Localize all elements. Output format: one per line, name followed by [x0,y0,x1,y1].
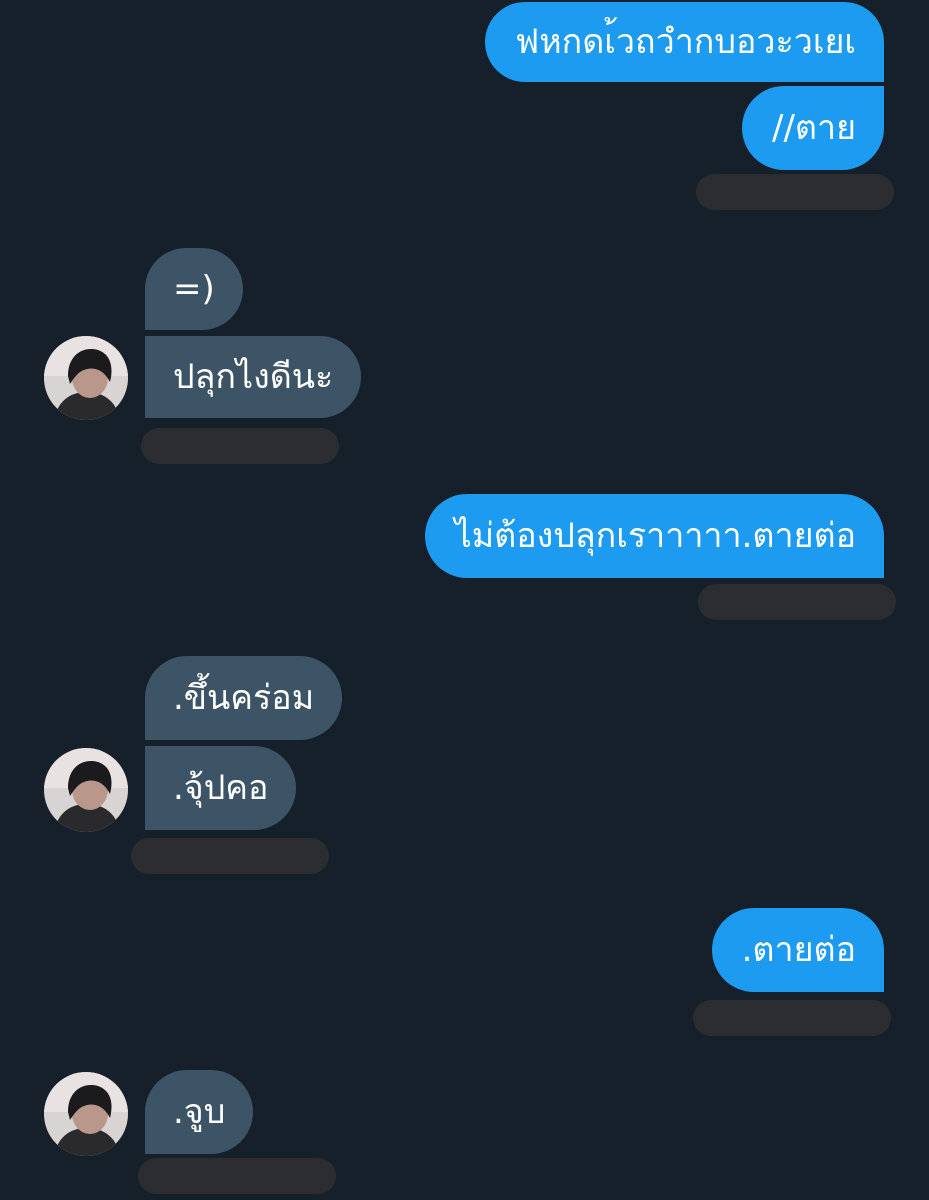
profile-photo-icon [44,1072,128,1156]
redacted-timestamp [698,584,896,620]
incoming-message-bubble[interactable]: ปลุกไงดีนะ [145,336,362,418]
message-text: =) [173,269,215,309]
message-text: .จุ้ปคอ [173,768,269,808]
redacted-timestamp [131,838,329,874]
incoming-message-bubble[interactable]: .จูบ [145,1070,254,1154]
message-text: ปลุกไงดีนะ [173,357,334,397]
redacted-timestamp [138,1158,336,1194]
profile-photo-icon [44,748,128,832]
avatar[interactable] [44,1072,128,1156]
incoming-message-bubble[interactable]: .จุ้ปคอ [145,746,297,830]
redacted-timestamp [696,174,894,210]
outgoing-message-bubble[interactable]: .ตายต่อ [711,908,884,992]
message-text: .ตายต่อ [741,930,856,970]
message-text: //ตาย [771,108,856,148]
outgoing-message-bubble[interactable]: ฟหกดเ้วถวำกบอวะวเยเ [485,2,884,82]
profile-photo-icon [44,336,128,420]
avatar[interactable] [44,336,128,420]
incoming-message-bubble[interactable]: =) [145,248,243,330]
redacted-timestamp [141,428,339,464]
message-text: .จูบ [173,1092,226,1132]
message-text: ฟหกดเ้วถวำกบอวะวเยเ [515,22,856,62]
message-text: ไม่ต้องปลุกเราาาาา.ตายต่อ [454,516,856,556]
outgoing-message-bubble[interactable]: //ตาย [741,86,884,170]
incoming-message-bubble[interactable]: .ขึ้นคร่อม [145,656,343,740]
outgoing-message-bubble[interactable]: ไม่ต้องปลุกเราาาาา.ตายต่อ [424,494,884,578]
avatar[interactable] [44,748,128,832]
redacted-timestamp [693,1000,891,1036]
message-text: .ขึ้นคร่อม [173,678,315,718]
